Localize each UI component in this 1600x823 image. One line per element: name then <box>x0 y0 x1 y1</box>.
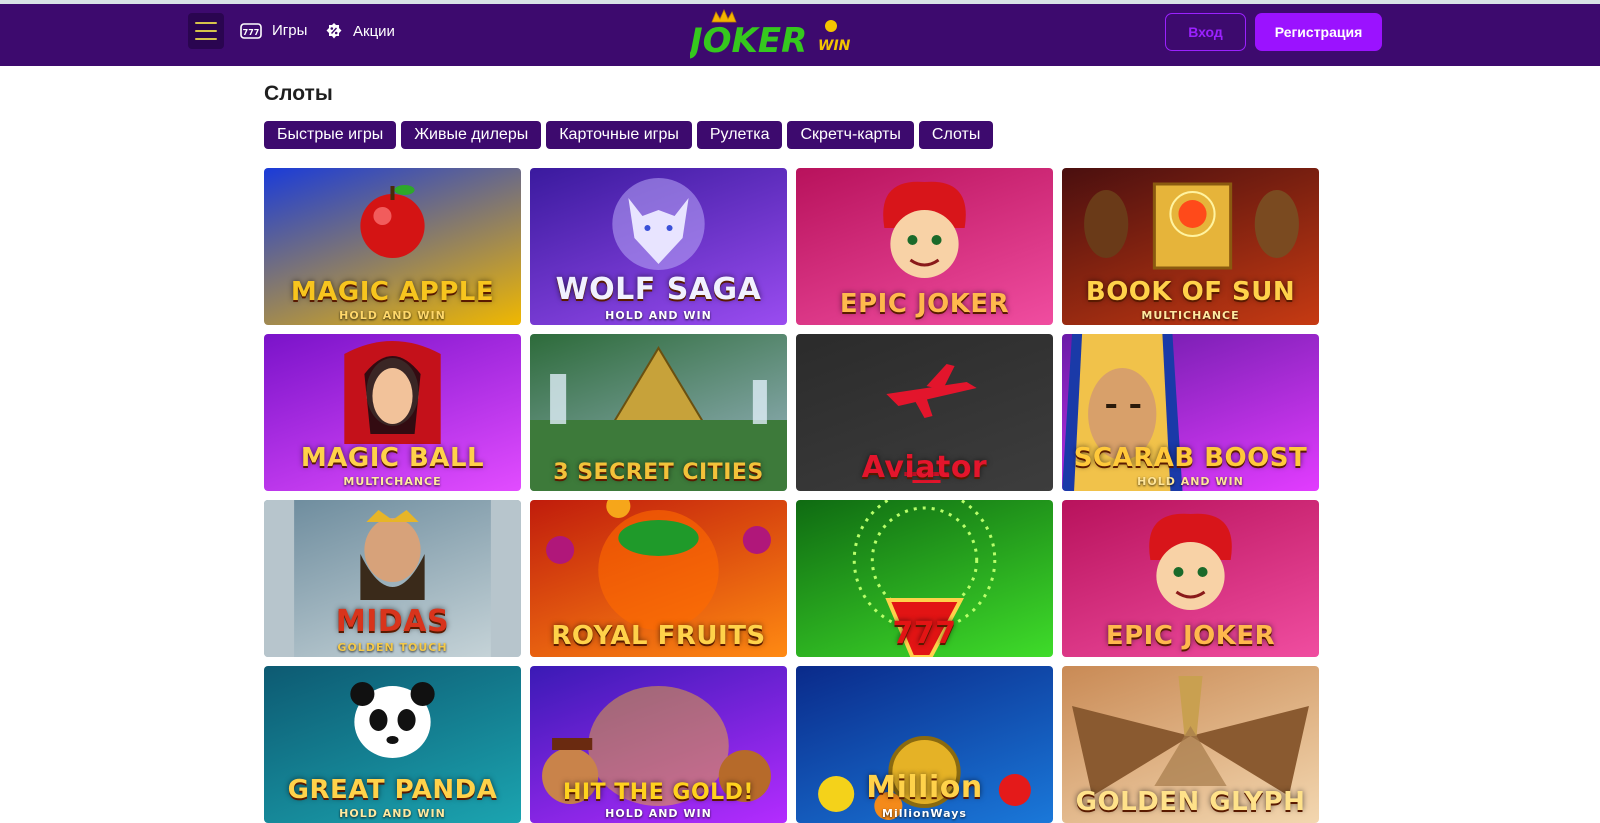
menu-line <box>195 22 217 24</box>
nav-games[interactable]: 777 Игры <box>240 22 307 39</box>
game-tile[interactable]: GOLDEN GLYPH <box>1062 666 1319 823</box>
game-grid: MAGIC APPLE HOLD AND WIN WOLF SAGA HOLD AND… <box>264 168 1319 823</box>
game-title: 777 <box>892 616 957 651</box>
game-subtitle: HOLD AND WIN <box>1137 475 1244 488</box>
game-tile[interactable]: MAGIC BALL MULTICHANCE <box>264 334 521 491</box>
game-tile[interactable]: SCARAB BOOST HOLD AND WIN <box>1062 334 1319 491</box>
game-title: MAGIC BALL <box>300 443 485 473</box>
nav-promotions[interactable]: Акции <box>325 22 395 40</box>
category-card-games[interactable]: Карточные игры <box>546 121 692 149</box>
game-subtitle: HOLD AND WIN <box>605 309 712 322</box>
site-header: 777 Игры Акции JOKER WIN Вход Регистраци… <box>0 4 1600 66</box>
menu-line <box>195 30 217 32</box>
page-title: Слоты <box>264 82 333 105</box>
nav-promotions-label: Акции <box>353 22 395 40</box>
register-button[interactable]: Регистрация <box>1255 13 1382 51</box>
game-title: MIDAS <box>335 604 450 639</box>
game-tile[interactable]: HIT THE GOLD! HOLD AND WIN <box>530 666 787 823</box>
game-subtitle: HOLD AND WIN <box>339 807 446 820</box>
game-title: GOLDEN GLYPH <box>1075 787 1306 817</box>
game-title: GREAT PANDA <box>287 775 498 805</box>
logo-main-text: JOKER <box>690 21 807 61</box>
game-title: EPIC JOKER <box>1105 621 1276 651</box>
game-tile[interactable]: 3 SECRET CITIES <box>530 334 787 491</box>
game-title: ROYAL FRUITS <box>551 621 766 651</box>
game-subtitle: GOLDEN TOUCH <box>337 641 448 654</box>
game-title: EPIC JOKER <box>839 289 1010 319</box>
slot-777-icon: 777 <box>240 22 262 39</box>
category-slots[interactable]: Слоты <box>918 121 994 149</box>
login-button[interactable]: Вход <box>1165 13 1246 51</box>
game-tile[interactable]: 777 <box>796 500 1053 657</box>
hamburger-menu-icon[interactable] <box>188 13 224 49</box>
game-tile[interactable]: MIDAS GOLDEN TOUCH <box>264 500 521 657</box>
percent-badge-icon <box>326 23 342 39</box>
svg-text:777: 777 <box>243 28 260 37</box>
nav-games-label: Игры <box>272 22 308 39</box>
game-tile[interactable]: EPIC JOKER <box>796 168 1053 325</box>
game-tile[interactable]: GREAT PANDA HOLD AND WIN <box>264 666 521 823</box>
category-tabs: Быстрые игры Живые дилеры Карточные игры… <box>264 121 994 149</box>
game-tile[interactable]: Million MillionWays <box>796 666 1053 823</box>
game-subtitle: MULTICHANCE <box>343 475 442 488</box>
logo-graphic: JOKER WIN <box>684 9 851 61</box>
game-tile[interactable]: ROYAL FRUITS <box>530 500 787 657</box>
game-title: SCARAB BOOST <box>1073 443 1308 473</box>
category-live-dealers[interactable]: Живые дилеры <box>401 121 542 149</box>
game-tile[interactable]: BOOK OF SUN MULTICHANCE <box>1062 168 1319 325</box>
game-title: Million <box>866 770 983 805</box>
category-roulette[interactable]: Рулетка <box>696 121 783 149</box>
jokerwin-logo[interactable]: JOKER WIN <box>684 8 870 64</box>
menu-line <box>195 38 217 40</box>
game-title: WOLF SAGA <box>555 272 762 307</box>
game-subtitle: HOLD AND WIN <box>339 309 446 322</box>
game-title: MAGIC APPLE <box>290 277 495 307</box>
game-title: 3 SECRET CITIES <box>553 460 764 485</box>
game-subtitle: MULTICHANCE <box>1141 309 1240 322</box>
game-subtitle: MillionWays <box>882 807 967 820</box>
game-subtitle: HOLD AND WIN <box>605 807 712 820</box>
game-title: BOOK OF SUN <box>1085 277 1296 307</box>
game-tile[interactable]: EPIC JOKER <box>1062 500 1319 657</box>
category-fast-games[interactable]: Быстрые игры <box>264 121 397 149</box>
game-title: HIT THE GOLD! <box>563 780 754 805</box>
category-scratch-cards[interactable]: Скретч-карты <box>787 121 914 149</box>
game-tile[interactable]: WOLF SAGA HOLD AND WIN <box>530 168 787 325</box>
game-title: Aviator <box>861 450 988 485</box>
logo-sub-text: WIN <box>818 38 851 54</box>
game-tile[interactable]: Aviator <box>796 334 1053 491</box>
game-tile[interactable]: MAGIC APPLE HOLD AND WIN <box>264 168 521 325</box>
